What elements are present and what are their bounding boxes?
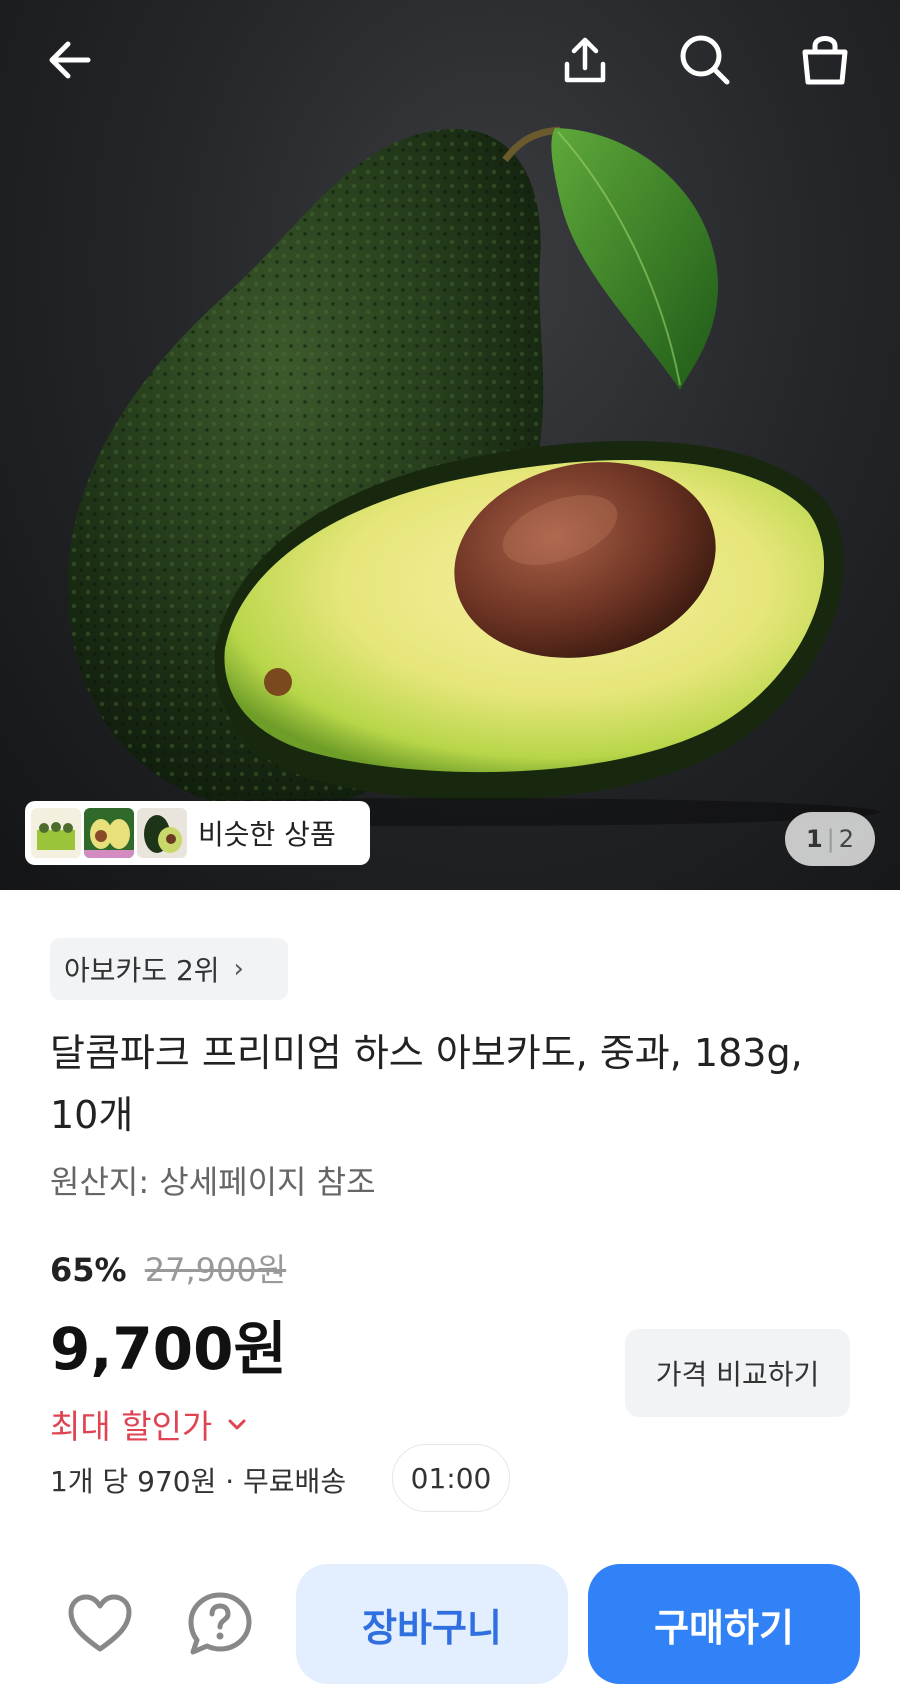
shopping-bag-icon (802, 36, 848, 85)
similar-products-button[interactable]: 비슷한 상품 (25, 801, 370, 865)
similar-products-label: 비슷한 상품 (198, 818, 336, 851)
discount-row: 65% 27,900원 (50, 1245, 286, 1291)
countdown-timer: 01:00 (392, 1444, 510, 1512)
image-pager: 1 | 2 (785, 812, 875, 866)
original-price: 27,900원 (144, 1251, 287, 1289)
share-icon (564, 37, 606, 83)
max-discount-toggle[interactable]: 최대 할인가 (50, 1400, 248, 1448)
avocado-photo (40, 126, 880, 826)
max-discount-label: 최대 할인가 (50, 1407, 213, 1446)
cart-button[interactable] (785, 20, 865, 100)
product-image[interactable]: 비슷한 상품 1 | 2 (0, 0, 900, 890)
similar-thumbnail-1 (31, 808, 81, 858)
chevron-right-icon: › (233, 954, 244, 984)
product-inquiry-button[interactable] (180, 1584, 260, 1664)
back-arrow-icon (49, 41, 91, 79)
buy-now-button[interactable]: 구매하기 (588, 1564, 860, 1684)
question-bubble-icon (188, 1592, 252, 1655)
product-title: 달콤파크 프리미엄 하스 아보카도, 중과, 183g, 10개 (50, 1031, 803, 1137)
rank-label: 아보카도 2위 (64, 954, 220, 987)
wishlist-button[interactable] (60, 1584, 140, 1664)
unit-price-shipping: 1개 당 970원 · 무료배송 (50, 1465, 347, 1498)
search-button[interactable] (665, 20, 745, 100)
discount-rate: 65% (50, 1251, 127, 1289)
pager-current: 1 (805, 825, 823, 853)
add-to-cart-button[interactable]: 장바구니 (296, 1564, 568, 1684)
similar-thumbnail-2 (84, 808, 134, 858)
pager-separator: | (826, 825, 835, 853)
heart-icon (68, 1594, 132, 1652)
chevron-down-icon (228, 1419, 246, 1430)
pager-total: 2 (838, 825, 855, 853)
origin-info: 원산지: 상세페이지 참조 (50, 1163, 376, 1201)
price-compare-button[interactable]: 가격 비교하기 (625, 1329, 850, 1417)
share-button[interactable] (545, 20, 625, 100)
back-button[interactable] (30, 20, 110, 100)
category-rank-link[interactable]: 아보카도 2위 › (50, 938, 288, 1000)
similar-thumbnail-3 (137, 808, 187, 858)
search-icon (680, 35, 730, 85)
sale-price: 9,700원 (50, 1315, 287, 1383)
